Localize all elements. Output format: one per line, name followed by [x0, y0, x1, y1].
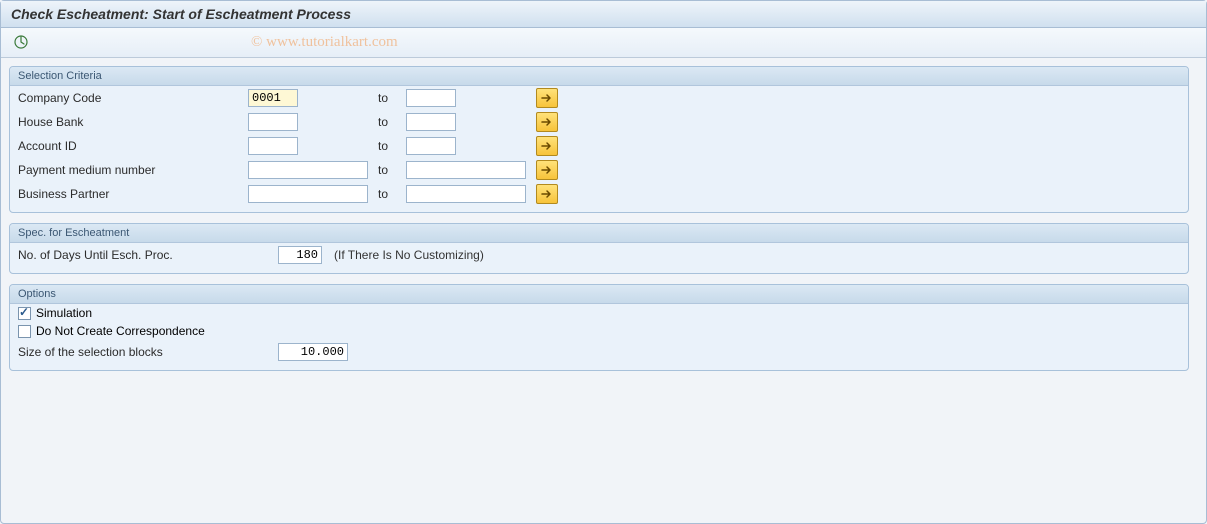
note-no-customizing: (If There Is No Customizing) [334, 248, 484, 262]
label-house-bank: House Bank [18, 115, 248, 129]
label-days-until: No. of Days Until Esch. Proc. [18, 248, 278, 262]
payment-medium-to-input[interactable] [406, 161, 526, 179]
multiple-selection-button[interactable] [536, 184, 558, 204]
business-partner-to-input[interactable] [406, 185, 526, 203]
multiple-selection-button[interactable] [536, 112, 558, 132]
account-id-from-input[interactable] [248, 137, 298, 155]
row-block-size: Size of the selection blocks [10, 340, 1188, 364]
group-selection-criteria: Selection Criteria Company Code to House… [9, 66, 1189, 213]
label-account-id: Account ID [18, 139, 248, 153]
group-title-options: Options [10, 285, 1188, 304]
label-simulation: Simulation [36, 306, 92, 320]
window-title: Check Escheatment: Start of Escheatment … [1, 1, 1206, 28]
label-no-correspondence: Do Not Create Correspondence [36, 324, 205, 338]
multiple-selection-button[interactable] [536, 160, 558, 180]
row-business-partner: Business Partner to [10, 182, 1188, 206]
group-title-spec: Spec. for Escheatment [10, 224, 1188, 243]
house-bank-to-input[interactable] [406, 113, 456, 131]
company-code-from-input[interactable] [248, 89, 298, 107]
toolbar: © www.tutorialkart.com [1, 28, 1206, 58]
account-id-to-input[interactable] [406, 137, 456, 155]
to-label: to [378, 187, 406, 201]
label-business-partner: Business Partner [18, 187, 248, 201]
row-simulation: Simulation [10, 304, 1188, 322]
row-no-correspondence: Do Not Create Correspondence [10, 322, 1188, 340]
payment-medium-from-input[interactable] [248, 161, 368, 179]
multiple-selection-button[interactable] [536, 88, 558, 108]
group-options: Options Simulation Do Not Create Corresp… [9, 284, 1189, 371]
company-code-to-input[interactable] [406, 89, 456, 107]
group-title-selection: Selection Criteria [10, 67, 1188, 86]
execute-icon[interactable] [11, 32, 31, 52]
label-company-code: Company Code [18, 91, 248, 105]
business-partner-from-input[interactable] [248, 185, 368, 203]
group-spec-escheatment: Spec. for Escheatment No. of Days Until … [9, 223, 1189, 274]
row-house-bank: House Bank to [10, 110, 1188, 134]
row-company-code: Company Code to [10, 86, 1188, 110]
row-account-id: Account ID to [10, 134, 1188, 158]
house-bank-from-input[interactable] [248, 113, 298, 131]
simulation-checkbox[interactable] [18, 307, 31, 320]
to-label: to [378, 91, 406, 105]
content-area: Selection Criteria Company Code to House… [1, 58, 1206, 389]
label-payment-medium: Payment medium number [18, 163, 248, 177]
to-label: to [378, 163, 406, 177]
row-payment-medium: Payment medium number to [10, 158, 1188, 182]
label-block-size: Size of the selection blocks [18, 345, 278, 359]
multiple-selection-button[interactable] [536, 136, 558, 156]
row-days-until: No. of Days Until Esch. Proc. (If There … [10, 243, 1188, 267]
days-until-input[interactable] [278, 246, 322, 264]
to-label: to [378, 139, 406, 153]
block-size-input[interactable] [278, 343, 348, 361]
to-label: to [378, 115, 406, 129]
watermark: © www.tutorialkart.com [251, 34, 398, 51]
no-correspondence-checkbox[interactable] [18, 325, 31, 338]
